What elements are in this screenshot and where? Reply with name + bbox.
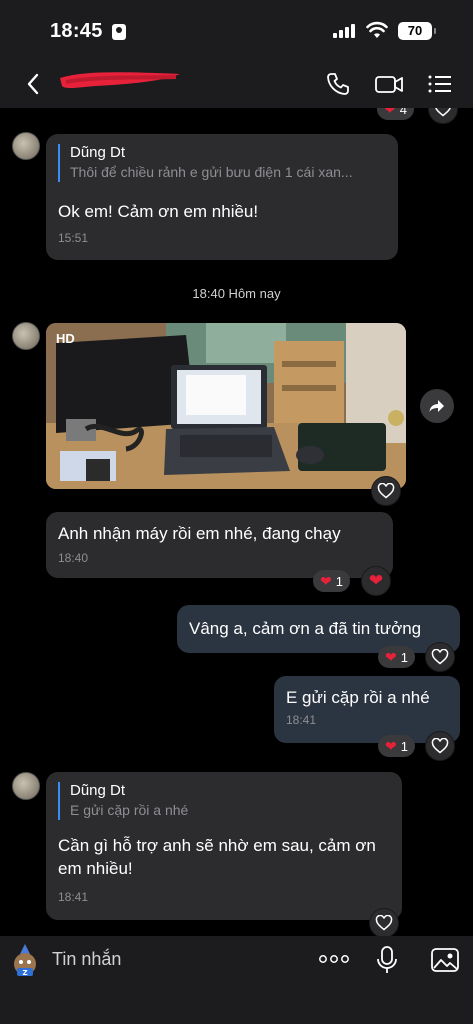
- message-bubble[interactable]: Anh nhận máy rồi em nhé, đang chạy 18:40: [46, 512, 393, 578]
- react-heart-button[interactable]: [425, 731, 455, 761]
- status-bar: 18:45 70: [0, 0, 473, 62]
- react-heart-button[interactable]: [425, 642, 455, 672]
- phone-icon[interactable]: [324, 70, 352, 98]
- quoted-reply[interactable]: Dũng Dt Thôi để chiều rảnh e gửi bưu điệ…: [58, 144, 386, 182]
- wifi-icon: [366, 21, 388, 38]
- reaction-pill[interactable]: ❤ 4: [377, 108, 414, 120]
- message-text: Cần gì hỗ trợ anh sẽ nhờ em sau, cảm ơn …: [58, 836, 376, 878]
- reaction-pill[interactable]: ❤ 1: [313, 570, 350, 592]
- more-dots-icon[interactable]: [318, 954, 350, 964]
- message-time: 18:40: [58, 551, 89, 565]
- video-icon[interactable]: [374, 70, 404, 98]
- heart-icon: ❤: [385, 737, 397, 754]
- composer-bar: Z Tin nhắn: [0, 936, 473, 1024]
- message-text: Anh nhận máy rồi em nhé, đang chạy: [58, 524, 341, 543]
- heart-outline-icon: [375, 915, 393, 931]
- reaction-count: 1: [400, 738, 408, 754]
- heart-icon: ❤: [385, 648, 397, 665]
- photo-attachment[interactable]: HD: [46, 323, 406, 489]
- laptop-photo-image: [46, 323, 406, 489]
- react-heart-button[interactable]: [371, 476, 401, 506]
- hd-badge: HD: [56, 331, 75, 346]
- react-heart-button-active[interactable]: ❤: [361, 566, 391, 596]
- message-text: Vâng a, cảm ơn a đã tin tưởng: [189, 619, 422, 638]
- chat-header: [0, 62, 473, 108]
- person-badge-icon: [112, 24, 126, 40]
- status-time: 18:45: [50, 20, 103, 42]
- heart-filled-icon: ❤: [368, 571, 384, 590]
- quoted-reply[interactable]: Dũng Dt E gửi cặp rồi a nhé: [58, 782, 390, 820]
- reaction-pill[interactable]: ❤ 1: [378, 735, 415, 757]
- message-time: 15:51: [58, 231, 89, 245]
- reaction-pill[interactable]: ❤ 1: [378, 646, 415, 668]
- message-text: E gửi cặp rồi a nhé: [286, 688, 430, 707]
- reaction-count: 4: [399, 108, 407, 117]
- reaction-count: 1: [335, 573, 343, 589]
- quote-author: Dũng Dt: [70, 144, 126, 161]
- react-heart-button[interactable]: [428, 108, 458, 124]
- reaction-count: 1: [400, 649, 408, 665]
- contact-name-redacted[interactable]: [56, 68, 184, 94]
- message-time: 18:41: [58, 890, 89, 904]
- chevron-left-icon[interactable]: [22, 70, 46, 98]
- message-bubble[interactable]: Dũng Dt Thôi để chiều rảnh e gửi bưu điệ…: [46, 134, 398, 260]
- signal-icon: [333, 24, 355, 38]
- message-bubble-outgoing[interactable]: Vâng a, cảm ơn a đã tin tưởng: [177, 605, 460, 653]
- avatar[interactable]: [12, 322, 40, 350]
- forward-arrow-icon: [429, 400, 444, 412]
- message-text: Ok em! Cảm ơn em nhiều!: [58, 202, 259, 221]
- quote-text: Thôi để chiều rảnh e gửi bưu điện 1 cái …: [70, 164, 353, 180]
- avatar[interactable]: [12, 132, 40, 160]
- avatar[interactable]: [12, 772, 40, 800]
- heart-outline-icon: [431, 738, 449, 754]
- heart-outline-icon: [431, 649, 449, 665]
- sticker-icon[interactable]: Z: [8, 942, 42, 978]
- heart-icon: ❤: [384, 108, 396, 117]
- react-heart-button[interactable]: [369, 908, 399, 936]
- quote-author: Dũng Dt: [70, 782, 126, 799]
- message-bubble[interactable]: Dũng Dt E gửi cặp rồi a nhé Cần gì hỗ tr…: [46, 772, 402, 920]
- list-icon[interactable]: [426, 70, 454, 98]
- svg-text:Z: Z: [22, 969, 27, 977]
- forward-button[interactable]: [420, 389, 454, 423]
- message-list[interactable]: ❤ 4 Dũng Dt Thôi để chiều rảnh e gửi bưu…: [0, 108, 473, 936]
- image-icon[interactable]: [430, 947, 460, 973]
- microphone-icon[interactable]: [376, 945, 398, 975]
- day-separator: 18:40 Hôm nay: [192, 286, 281, 301]
- message-input[interactable]: Tin nhắn: [52, 949, 121, 970]
- message-time: 18:41: [286, 713, 317, 727]
- heart-outline-icon: [435, 108, 451, 117]
- battery-indicator: 70: [398, 22, 436, 40]
- quote-text: E gửi cặp rồi a nhé: [70, 802, 189, 818]
- heart-icon: ❤: [320, 572, 332, 589]
- heart-outline-icon: [377, 483, 395, 499]
